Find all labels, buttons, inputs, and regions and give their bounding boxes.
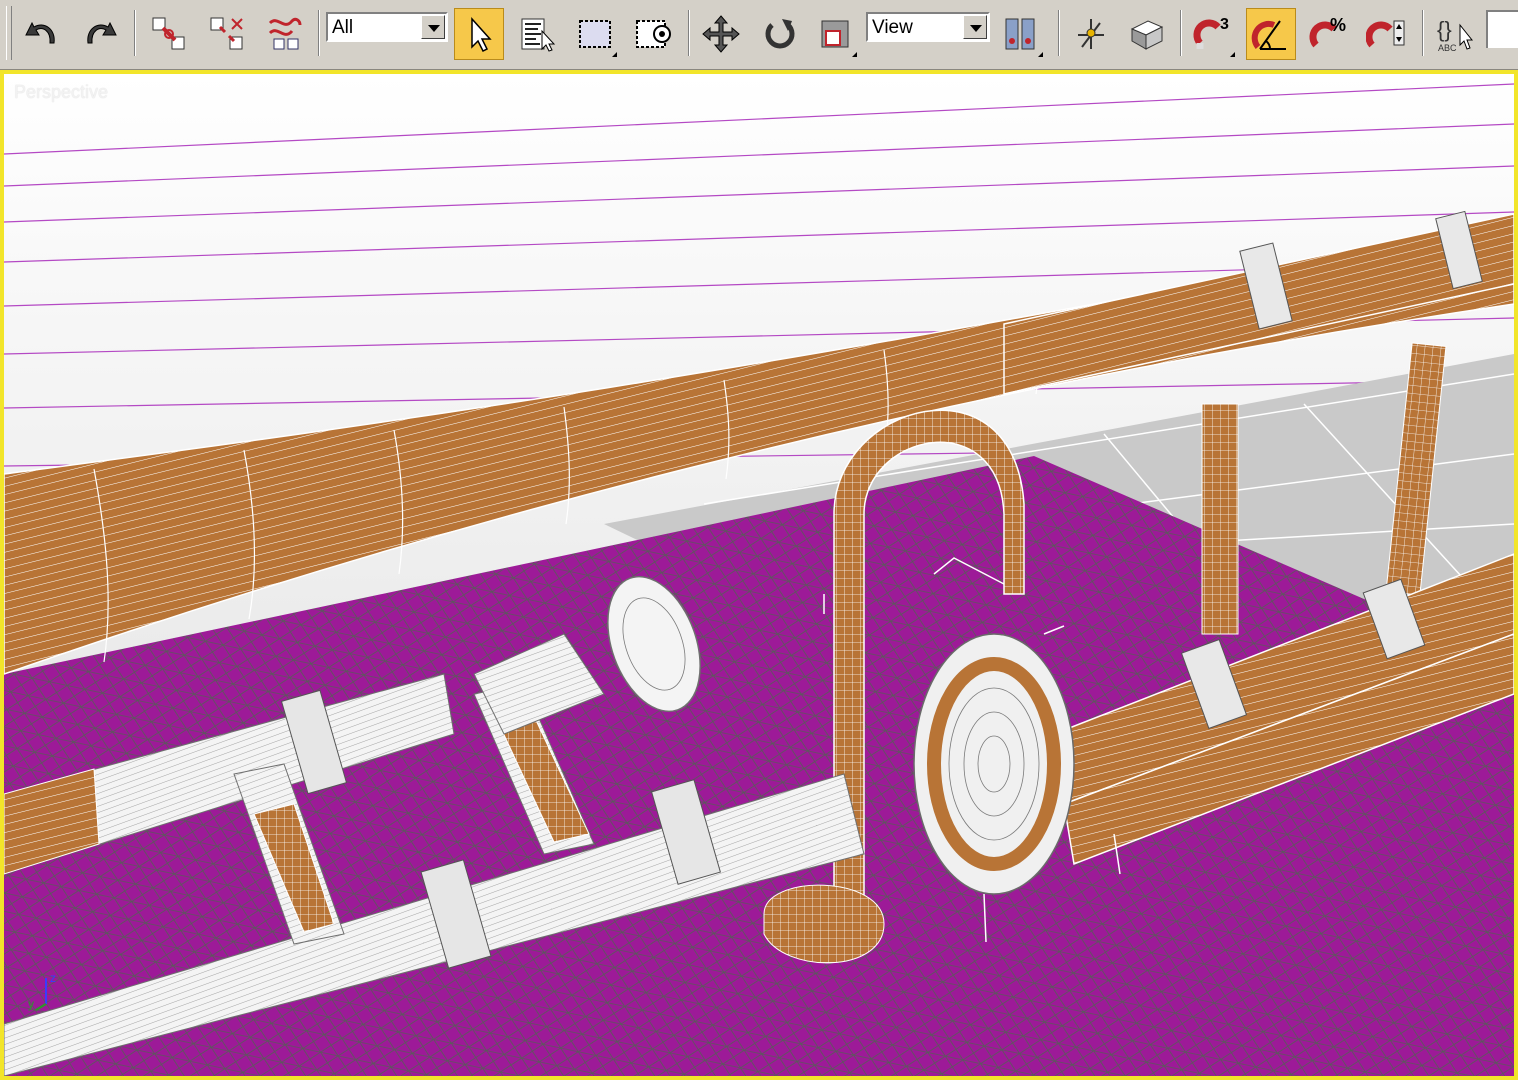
chevron-down-icon[interactable] [963,15,987,39]
toolbar-separator [318,10,320,56]
use-pivot-point-center-button[interactable] [996,8,1046,60]
named-selection-label: ABC [1438,43,1457,53]
redo-icon [87,21,117,44]
select-and-move-button[interactable] [696,8,746,60]
select-and-link-button[interactable] [144,8,194,60]
angle-snap-toggle-button[interactable] [1246,8,1296,60]
perspective-viewport[interactable]: Perspective z y [0,70,1518,1080]
rotate-icon [765,19,795,49]
keyboard-override-icon [1130,20,1164,50]
select-by-name-icon [521,18,556,52]
selection-filter-value: All [332,17,354,38]
select-and-scale-button[interactable] [810,8,860,60]
percent-snap-toggle-button[interactable]: % [1304,8,1354,60]
bind-to-space-warp-button[interactable] [260,8,310,60]
rect-selection-icon [579,20,611,48]
snaps-toggle-button[interactable]: 3 [1188,8,1238,60]
unlink-selection-button[interactable] [202,8,252,60]
edit-named-selection-sets-button[interactable]: {} ABC [1430,8,1480,60]
toolbar-separator [134,10,136,56]
main-toolbar: All View 3 % {} ABC [0,0,1518,70]
move-icon [702,15,740,53]
toolbar-separator [1180,10,1182,56]
toolbar-separator [1422,10,1424,56]
toolbar-separator [688,10,690,56]
axis-y-label: y [28,997,34,1011]
unlink-icon [210,17,243,50]
named-selection-icon: {}ABC [1437,17,1474,53]
scale-icon [821,20,849,48]
percent-snap-icon: % [1309,15,1346,48]
svg-text:{}: {} [1437,17,1452,42]
window-crossing-icon [636,20,671,48]
chevron-down-icon[interactable] [421,15,445,39]
viewport-scene [4,74,1514,1076]
axis-z-label: z [50,971,56,985]
toolbar-separator [1058,10,1060,56]
toolbar-grip[interactable] [6,6,12,60]
axis-tripod: z y [28,971,56,1011]
redo-button[interactable] [74,8,124,60]
brace-post [1201,403,1239,635]
angle-snap-icon [1251,20,1286,50]
keyboard-shortcut-override-button[interactable] [1122,8,1172,60]
select-and-manipulate-button[interactable] [1066,8,1116,60]
named-selection-field[interactable] [1486,10,1518,48]
window-crossing-button[interactable] [628,8,678,60]
crook-bottom [763,884,885,964]
spinner-snap-toggle-button[interactable] [1362,8,1412,60]
spinner-snap-icon [1366,20,1405,48]
link-icon [152,17,185,50]
selection-filter-dropdown[interactable]: All [326,12,448,42]
manipulate-icon [1078,19,1104,49]
select-by-name-button[interactable] [512,8,562,60]
undo-button[interactable] [18,8,68,60]
select-object-button[interactable] [454,8,504,60]
snap-toggle-label: 3 [1220,16,1229,33]
cursor-arrow-icon [471,17,492,53]
bind-spacewarp-icon [268,17,302,50]
undo-icon [25,21,55,44]
select-and-rotate-button[interactable] [754,8,804,60]
rectangular-selection-region-button[interactable] [570,8,620,60]
percent-snap-label: % [1330,15,1346,35]
reference-coordinate-system-dropdown[interactable]: View [866,12,990,42]
pivot-center-icon [1005,18,1035,50]
magnet-snap-icon: 3 [1193,16,1229,49]
viewport-label[interactable]: Perspective [14,82,108,103]
coordinate-system-value: View [872,17,913,38]
